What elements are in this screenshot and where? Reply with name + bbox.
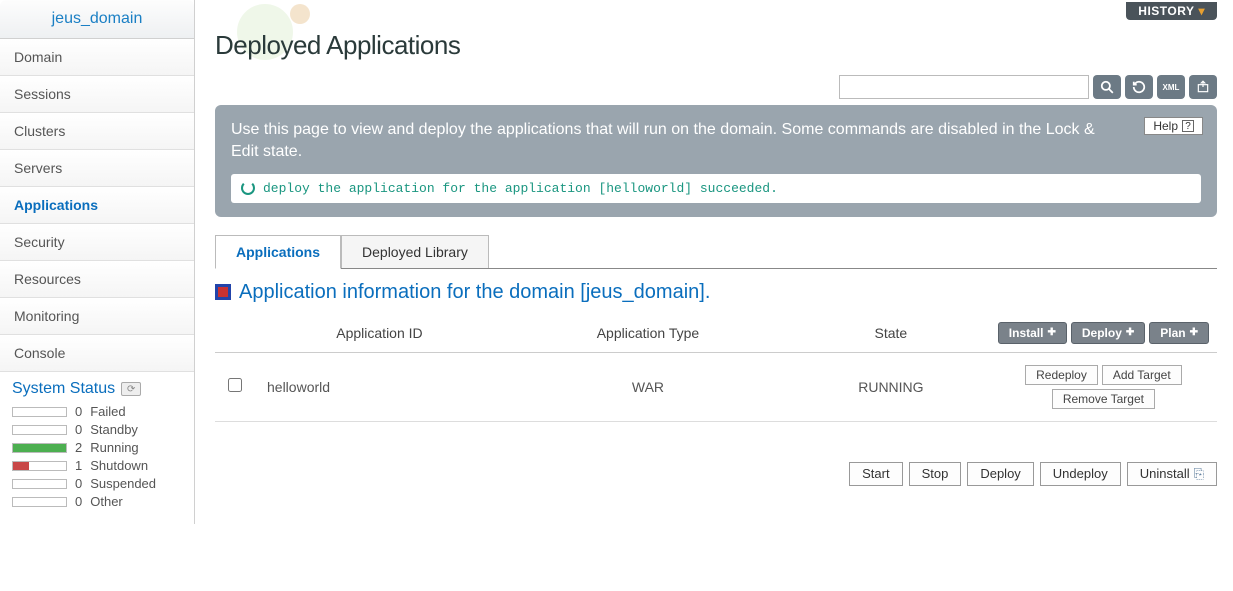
- sidebar: jeus_domain Domain Sessions Clusters Ser…: [0, 0, 195, 524]
- refresh-icon[interactable]: [1125, 75, 1153, 99]
- status-label: Other: [90, 494, 123, 509]
- cell-state: RUNNING: [792, 352, 990, 421]
- plan-button[interactable]: Plan✚: [1149, 322, 1209, 344]
- tab-applications[interactable]: Applications: [215, 235, 341, 269]
- success-icon: [241, 181, 255, 195]
- tabs: Applications Deployed Library: [215, 235, 1217, 269]
- status-row: 1 Shutdown: [12, 458, 182, 473]
- stop-button[interactable]: Stop: [909, 462, 962, 486]
- status-count: 0: [75, 422, 82, 437]
- export-icon[interactable]: [1189, 75, 1217, 99]
- refresh-status-icon[interactable]: ⟳: [121, 382, 141, 396]
- status-bar: [12, 497, 67, 507]
- col-app-type: Application Type: [504, 314, 792, 353]
- col-state: State: [792, 314, 990, 353]
- remove-target-button[interactable]: Remove Target: [1052, 389, 1155, 409]
- redeploy-button[interactable]: Redeploy: [1025, 365, 1098, 385]
- col-app-id: Application ID: [255, 314, 504, 353]
- system-status-panel: System Status ⟳ 0 Failed 0 Standby 2 Running 1…: [0, 372, 194, 524]
- deploy-button[interactable]: Deploy✚: [1071, 322, 1145, 344]
- deploy-action-button[interactable]: Deploy: [967, 462, 1033, 486]
- help-button[interactable]: Help ?: [1144, 117, 1203, 135]
- section-icon: [215, 284, 231, 300]
- xml-icon[interactable]: XML: [1157, 75, 1185, 99]
- status-row: 0 Failed: [12, 404, 182, 419]
- sidebar-item-applications[interactable]: Applications: [0, 187, 194, 224]
- row-checkbox[interactable]: [228, 378, 242, 392]
- question-icon: ?: [1182, 120, 1194, 132]
- sidebar-item-clusters[interactable]: Clusters: [0, 113, 194, 150]
- plus-icon: ✚: [1047, 327, 1055, 338]
- install-button[interactable]: Install✚: [998, 322, 1067, 344]
- uninstall-button[interactable]: Uninstall ⎘: [1127, 462, 1217, 486]
- status-count: 0: [75, 404, 82, 419]
- status-count: 0: [75, 494, 82, 509]
- sidebar-item-domain[interactable]: Domain: [0, 39, 194, 76]
- undeploy-button[interactable]: Undeploy: [1040, 462, 1121, 486]
- status-label: Shutdown: [90, 458, 148, 473]
- cell-app-type: WAR: [504, 352, 792, 421]
- tab-deployed-library[interactable]: Deployed Library: [341, 235, 489, 268]
- status-bar: [12, 479, 67, 489]
- status-label: Failed: [90, 404, 125, 419]
- search-input[interactable]: [839, 75, 1089, 99]
- bottom-actions: Start Stop Deploy Undeploy Uninstall ⎘: [215, 462, 1217, 486]
- cell-app-id: helloworld: [255, 352, 504, 421]
- status-label: Suspended: [90, 476, 156, 491]
- add-target-button[interactable]: Add Target: [1102, 365, 1182, 385]
- status-row: 0 Standby: [12, 422, 182, 437]
- page-title: Deployed Applications: [215, 30, 1217, 61]
- sidebar-item-sessions[interactable]: Sessions: [0, 76, 194, 113]
- status-bar: [12, 461, 67, 471]
- chevron-down-icon: ▾: [1198, 4, 1205, 18]
- status-row: 0 Other: [12, 494, 182, 509]
- plus-icon: ✚: [1190, 327, 1198, 338]
- uninstall-icon: ⎘: [1194, 466, 1204, 482]
- sidebar-item-servers[interactable]: Servers: [0, 150, 194, 187]
- history-button[interactable]: HISTORY ▾: [1126, 2, 1217, 20]
- status-row: 2 Running: [12, 440, 182, 455]
- main-content: HISTORY ▾ Deployed Applications XML Help…: [195, 0, 1233, 524]
- applications-table: Application ID Application Type State In…: [215, 314, 1217, 422]
- status-label: Running: [90, 440, 138, 455]
- system-status-title: System Status ⟳: [12, 380, 182, 398]
- status-message: deploy the application for the applicati…: [231, 174, 1201, 203]
- sidebar-domain-header[interactable]: jeus_domain: [0, 0, 194, 39]
- plus-icon: ✚: [1126, 327, 1134, 338]
- status-bar: [12, 407, 67, 417]
- search-icon[interactable]: [1093, 75, 1121, 99]
- section-title: Application information for the domain […: [215, 281, 1217, 304]
- status-count: 0: [75, 476, 82, 491]
- status-bar: [12, 443, 67, 453]
- status-count: 2: [75, 440, 82, 455]
- start-button[interactable]: Start: [849, 462, 902, 486]
- table-row: helloworld WAR RUNNING Redeploy Add Targ…: [215, 352, 1217, 421]
- sidebar-item-security[interactable]: Security: [0, 224, 194, 261]
- banner-description: Use this page to view and deploy the app…: [231, 119, 1201, 164]
- sidebar-item-monitoring[interactable]: Monitoring: [0, 298, 194, 335]
- status-row: 0 Suspended: [12, 476, 182, 491]
- status-label: Standby: [90, 422, 138, 437]
- sidebar-item-console[interactable]: Console: [0, 335, 194, 372]
- info-banner: Help ? Use this page to view and deploy …: [215, 105, 1217, 217]
- sidebar-item-resources[interactable]: Resources: [0, 261, 194, 298]
- status-count: 1: [75, 458, 82, 473]
- status-bar: [12, 425, 67, 435]
